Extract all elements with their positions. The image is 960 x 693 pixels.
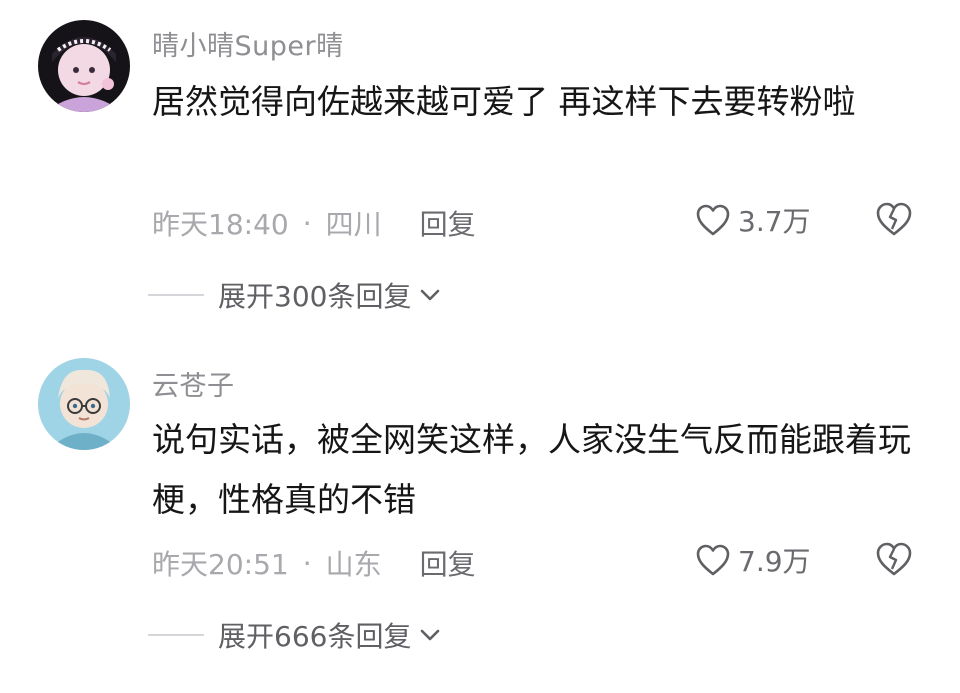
heart-outline-icon (696, 204, 730, 236)
expand-replies-button[interactable]: 展开300条回复 (148, 275, 443, 315)
chevron-down-icon (421, 629, 440, 641)
expand-replies-button[interactable]: 展开666条回复 (148, 615, 443, 655)
broken-heart-icon[interactable] (874, 200, 914, 238)
heart-outline-icon (696, 544, 730, 576)
divider-line (148, 294, 204, 296)
broken-heart-icon[interactable] (874, 540, 914, 578)
expand-replies-label: 展开300条回复 (218, 280, 412, 313)
avatar[interactable] (38, 358, 130, 450)
like-count: 3.7万 (738, 205, 811, 238)
reply-button[interactable]: 回复 (420, 543, 476, 583)
avatar[interactable] (38, 20, 130, 112)
username[interactable]: 云苍子 (152, 364, 235, 403)
avatar-image-icon (38, 358, 130, 450)
comment-text: 说句实话，被全网笑这样，人家没生气反而能跟着玩梗，性格真的不错 (152, 420, 911, 519)
location: 山东 (325, 548, 382, 581)
divider-line (148, 634, 204, 636)
avatar-image-icon (38, 20, 130, 112)
timestamp: 昨天20:51 (152, 548, 289, 581)
chevron-down-icon (421, 289, 440, 301)
location: 四川 (325, 208, 382, 241)
comment-meta: 昨天18:40 · 四川 回复 (152, 203, 476, 243)
expand-replies-label: 展开666条回复 (218, 620, 412, 653)
comment-meta: 昨天20:51 · 山东 回复 (152, 543, 476, 583)
timestamp: 昨天18:40 (152, 208, 289, 241)
separator: · (302, 206, 312, 240)
comment-text: 居然觉得向佐越来越可爱了 再这样下去要转粉啦 (152, 82, 856, 121)
like-button[interactable]: 7.9万 (694, 540, 811, 580)
separator: · (302, 546, 312, 580)
like-count: 7.9万 (738, 545, 811, 578)
reply-button[interactable]: 回复 (420, 203, 476, 243)
username[interactable]: 晴小晴Super晴 (152, 24, 344, 63)
like-button[interactable]: 3.7万 (694, 200, 811, 240)
